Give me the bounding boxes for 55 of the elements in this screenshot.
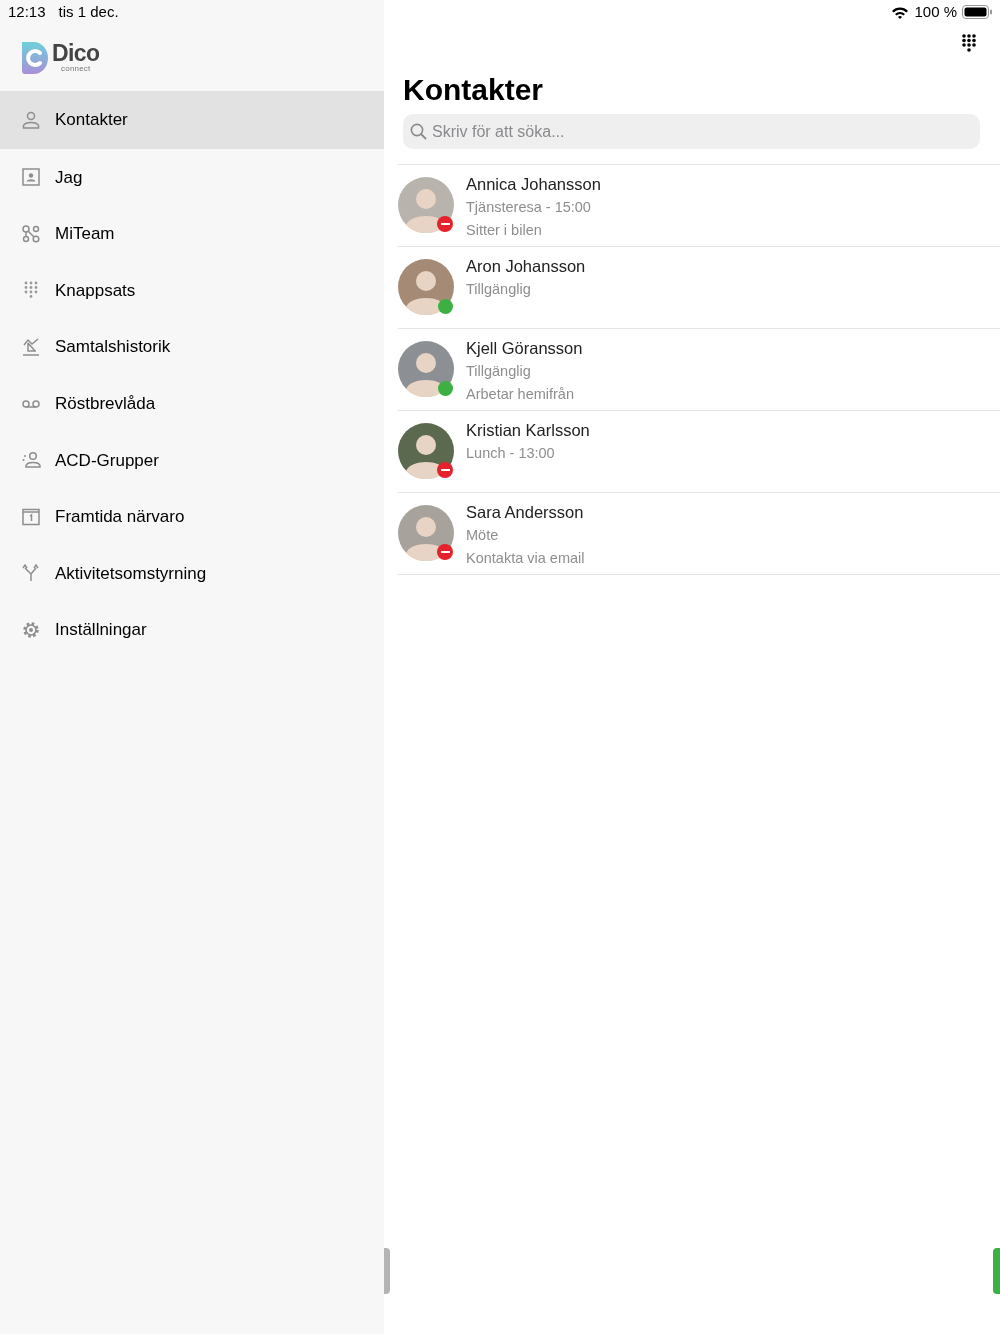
sidebar-item[interactable]: Samtalshistorik	[0, 318, 384, 376]
team-nodes-icon	[21, 223, 41, 244]
sidebar-item[interactable]: ACD-Grupper	[0, 431, 384, 489]
logo-tagline: connect	[61, 65, 91, 73]
resize-handle[interactable]	[993, 1248, 1000, 1294]
search-field[interactable]: Skriv för att söka...	[403, 114, 980, 149]
avatar-icon	[398, 341, 454, 397]
contact-name: Kjell Göransson	[466, 338, 583, 359]
page-title: Kontakter	[402, 72, 545, 108]
sidebar-item[interactable]: Jag	[0, 149, 384, 206]
contact-name: Aron Johansson	[466, 256, 586, 277]
contact-name: Annica Johansson	[466, 174, 601, 195]
sidebar-item[interactable]: MiTeam	[0, 205, 384, 263]
contact-card-icon	[21, 167, 41, 188]
status-time: 12:13	[8, 1, 46, 22]
split-arrow-icon	[21, 563, 41, 584]
logo-icon	[22, 41, 50, 74]
contact-row[interactable]: Aron Johansson Tillgänglig	[398, 247, 1000, 329]
contact-status-text: Möte	[466, 526, 500, 545]
avatar-icon	[398, 505, 454, 561]
contact-status-text: Tjänsteresa - 15:00	[466, 198, 592, 217]
sidebar-item[interactable]: Framtida närvaro	[0, 488, 384, 546]
contact-row[interactable]: Kjell Göransson Tillgänglig Arbetar hemifrån	[398, 329, 1000, 411]
battery-icon	[962, 5, 992, 19]
contact-name: Sara Andersson	[466, 502, 585, 523]
resize-handle[interactable]	[384, 1248, 390, 1294]
search-icon	[410, 123, 427, 140]
contact-row[interactable]: Kristian Karlsson Lunch - 13:00	[398, 411, 1000, 493]
contact-name: Kristian Karlsson	[466, 420, 590, 441]
calendar-icon	[21, 506, 41, 527]
sidebar-item[interactable]: Knappsats	[0, 262, 384, 319]
contact-status-text: Sitter i bilen	[466, 220, 543, 240]
contact-status-text: Lunch - 13:00	[466, 444, 556, 463]
status-date: tis 1 dec.	[58, 1, 119, 22]
person-icon	[21, 110, 41, 130]
sidebar-item[interactable]: Röstbrevlåda	[0, 375, 384, 432]
incoming-call-icon	[21, 337, 41, 358]
sidebar-item[interactable]: Kontakter	[0, 91, 384, 149]
contact-status-text: Arbetar hemifrån	[466, 384, 575, 404]
contact-row[interactable]: Annica Johansson Tjänsteresa - 15:00 Sitter i bilen	[398, 165, 1000, 247]
battery-percent: 100 %	[914, 1, 957, 22]
group-icon	[21, 450, 41, 471]
avatar-icon	[398, 423, 454, 479]
settings-icon	[21, 620, 41, 641]
contact-status-text: Tillgänglig	[466, 362, 532, 381]
contact-status-text: Tillgänglig	[466, 280, 532, 299]
avatar-icon	[398, 177, 454, 233]
sidebar-item[interactable]: Aktivitetsomstyrning	[0, 545, 384, 602]
keypad-icon[interactable]	[962, 34, 976, 53]
contact-status-text: Kontakta via email	[466, 548, 585, 568]
contact-row[interactable]: Sara Andersson Möte Kontakta via email	[398, 493, 1000, 575]
logo-wordmark: Dico	[52, 42, 100, 65]
avatar-icon	[398, 259, 454, 315]
wifi-icon	[891, 5, 910, 19]
sidebar-item[interactable]: Inställningar	[0, 601, 384, 659]
